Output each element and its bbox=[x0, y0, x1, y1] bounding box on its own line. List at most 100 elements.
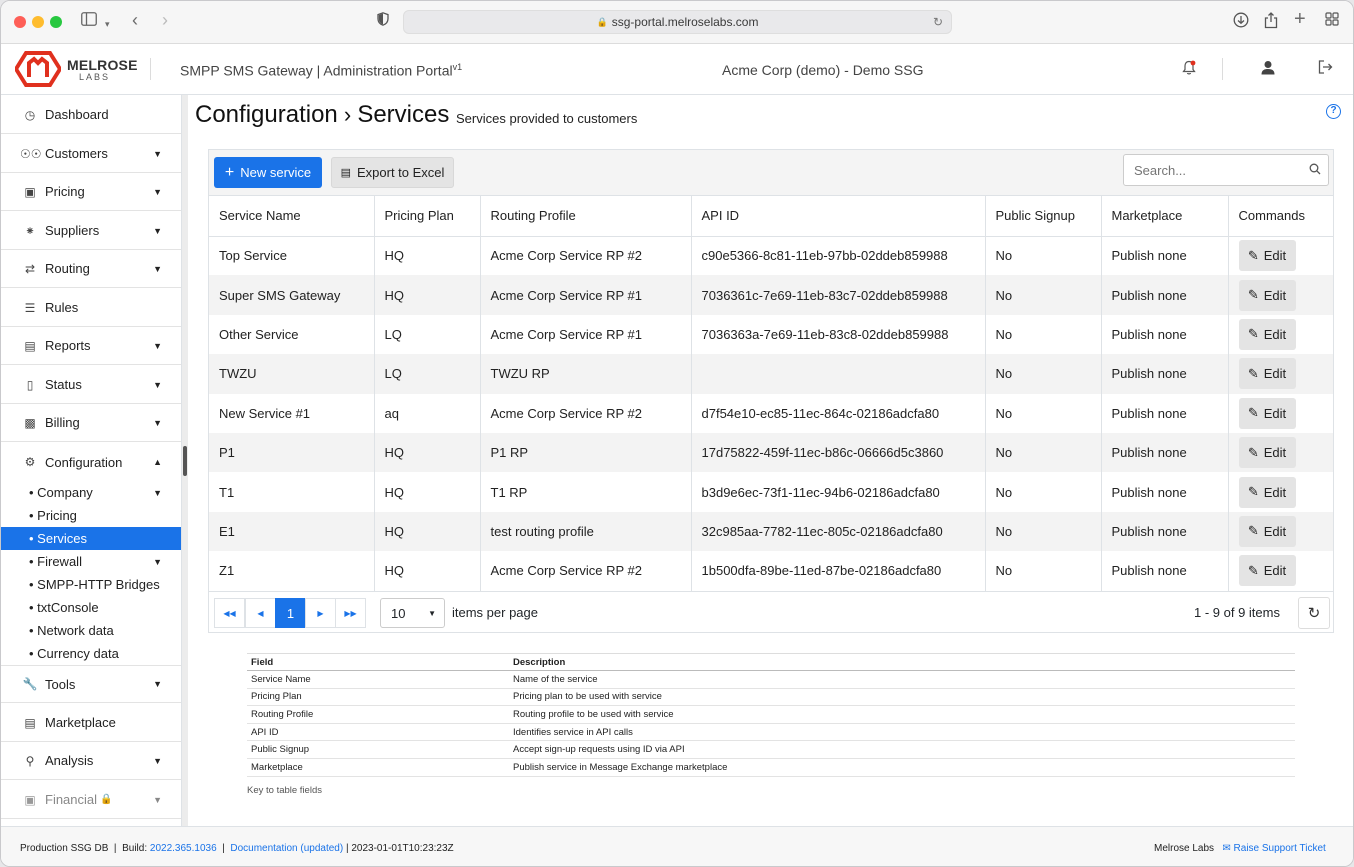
table-row[interactable]: E1 HQ test routing profile 32c985aa-7782-11… bbox=[209, 511, 1333, 552]
caret-down-icon: ▼ bbox=[153, 263, 162, 274]
next-page-button[interactable]: ▶ bbox=[305, 598, 336, 628]
lock-icon: 🔒 bbox=[596, 16, 608, 27]
minimize-window-button[interactable] bbox=[32, 16, 44, 28]
table-row[interactable]: P1 HQ P1 RP 17d75822-459f-11ec-b86c-06666d5… bbox=[209, 432, 1333, 473]
sidebar-item-routing[interactable]: ⇄ Routing ▼ bbox=[1, 250, 181, 288]
edit-button[interactable]: ✎ Edit bbox=[1238, 240, 1296, 272]
column-header[interactable]: Pricing Plan bbox=[374, 196, 481, 237]
cell-public-signup: No bbox=[985, 236, 1102, 276]
sidebar-item-pricing[interactable]: ▣ Pricing ▼ bbox=[1, 173, 181, 211]
sidebar-item-billing[interactable]: ▩ Billing ▼ bbox=[1, 404, 181, 442]
help-icon[interactable]: ? bbox=[1326, 104, 1341, 119]
footer-build-label: Build: bbox=[122, 843, 148, 854]
cell-commands: ✎ Edit bbox=[1228, 432, 1333, 473]
column-header[interactable]: API ID bbox=[691, 196, 986, 237]
page-button[interactable]: 1 bbox=[275, 598, 306, 628]
export-excel-button[interactable]: ▤ Export to Excel bbox=[331, 157, 454, 188]
page-size-select[interactable]: 10 ▼ bbox=[380, 598, 445, 628]
sidebar-subitem-currency-data[interactable]: • Currency data bbox=[1, 642, 181, 665]
sidebar-subitem-label: Firewall bbox=[37, 554, 82, 569]
share-icon[interactable] bbox=[1264, 12, 1278, 35]
cell-api-id: 7036363a-7e69-11eb-83c8-02ddeb859988 bbox=[691, 314, 986, 355]
cell-public-signup: No bbox=[985, 551, 1102, 591]
close-window-button[interactable] bbox=[14, 16, 26, 28]
column-header[interactable]: Routing Profile bbox=[480, 196, 692, 237]
sidebar-subitem-txtconsole[interactable]: • txtConsole bbox=[1, 596, 181, 619]
edit-button[interactable]: ✎ Edit bbox=[1238, 397, 1296, 429]
cell-commands: ✎ Edit bbox=[1228, 472, 1333, 511]
new-service-button[interactable]: + New service bbox=[214, 157, 322, 188]
sidebar-subitem-network-data[interactable]: • Network data bbox=[1, 619, 181, 642]
tab-overview-icon[interactable] bbox=[1325, 12, 1339, 32]
support-ticket-link[interactable]: Raise Support Ticket bbox=[1234, 843, 1326, 854]
edit-button[interactable]: ✎ Edit bbox=[1238, 515, 1296, 547]
edit-button[interactable]: ✎ Edit bbox=[1238, 555, 1296, 587]
app-version: v1 bbox=[452, 62, 463, 72]
sidebar-item-reports[interactable]: ▤ Reports ▼ bbox=[1, 327, 181, 365]
reload-icon[interactable]: ↻ bbox=[933, 15, 943, 29]
first-page-button[interactable]: ◀◀ bbox=[214, 598, 245, 628]
forward-icon[interactable]: › bbox=[162, 10, 168, 30]
sidebar-item-dashboard[interactable]: ◷ Dashboard bbox=[1, 96, 181, 134]
column-header[interactable]: Service Name bbox=[209, 196, 375, 237]
table-row[interactable]: T1 HQ T1 RP b3d9e6ec-73f1-11ec-94b6-02186ad… bbox=[209, 472, 1333, 512]
edit-button[interactable]: ✎ Edit bbox=[1238, 358, 1296, 390]
breadcrumb-parent[interactable]: Configuration bbox=[195, 101, 338, 128]
maximize-window-button[interactable] bbox=[50, 16, 62, 28]
edit-button[interactable]: ✎ Edit bbox=[1238, 437, 1296, 469]
logout-icon[interactable] bbox=[1318, 60, 1333, 78]
edit-button[interactable]: ✎ Edit bbox=[1238, 476, 1296, 508]
sidebar-item-financial[interactable]: ▣ Financial 🔒 ▼ bbox=[1, 781, 181, 819]
shield-icon[interactable] bbox=[377, 12, 389, 32]
sidebar-item-configuration[interactable]: ⚙ Configuration ▲ bbox=[1, 443, 181, 481]
sidebar-subitem-services[interactable]: • Services bbox=[1, 527, 181, 550]
sidebar-item-status[interactable]: ▯ Status ▼ bbox=[1, 366, 181, 404]
cell-commands: ✎ Edit bbox=[1228, 315, 1333, 354]
sidebar-subitem-firewall[interactable]: • Firewall ▼ bbox=[1, 550, 181, 573]
notification-bell-icon[interactable] bbox=[1182, 60, 1196, 80]
sidebar-item-marketplace[interactable]: ▤ Marketplace bbox=[1, 704, 181, 742]
app-title-text: SMPP SMS Gateway | Administration Portal bbox=[180, 62, 453, 79]
refresh-button[interactable]: ↻ bbox=[1298, 597, 1330, 629]
caret-down-icon: ▼ bbox=[153, 340, 162, 351]
pencil-icon: ✎ bbox=[1247, 484, 1259, 500]
chevron-down-icon[interactable]: ▾ bbox=[105, 14, 110, 34]
user-icon[interactable] bbox=[1261, 60, 1275, 79]
cell-marketplace: Publish none bbox=[1101, 511, 1229, 552]
table-row[interactable]: Other Service LQ Acme Corp Service RP #1 70… bbox=[209, 314, 1333, 355]
last-page-button[interactable]: ▶▶ bbox=[335, 598, 366, 628]
sidebar-item-customers[interactable]: ☉☉ Customers ▼ bbox=[1, 135, 181, 173]
download-icon[interactable] bbox=[1233, 12, 1249, 34]
sidebar-item-suppliers[interactable]: ⁕ Suppliers ▼ bbox=[1, 212, 181, 250]
bullet: • bbox=[29, 508, 38, 523]
sidebar-item-analysis[interactable]: ⚲ Analysis ▼ bbox=[1, 742, 181, 780]
sidebar-scrollbar-thumb[interactable] bbox=[183, 446, 187, 476]
documentation-link[interactable]: Documentation (updated) bbox=[230, 843, 343, 854]
table-row[interactable]: Z1 HQ Acme Corp Service RP #2 1b500dfa-89be… bbox=[209, 551, 1333, 591]
table-row[interactable]: TWZU LQ TWZU RP No Publish none ✎ Edit bbox=[209, 354, 1333, 394]
cell-routing-profile: Acme Corp Service RP #2 bbox=[480, 551, 692, 591]
table-row[interactable]: Super SMS Gateway HQ Acme Corp Service RP … bbox=[209, 275, 1333, 315]
footer-timestamp: 2023-01-01T10:23:23Z bbox=[351, 843, 454, 854]
back-icon[interactable]: ‹ bbox=[132, 10, 138, 30]
column-header[interactable]: Public Signup bbox=[985, 196, 1102, 237]
table-row[interactable]: New Service #1 aq Acme Corp Service RP #2 d… bbox=[209, 393, 1333, 433]
column-header[interactable]: Marketplace bbox=[1101, 196, 1229, 237]
search-input[interactable] bbox=[1123, 154, 1329, 186]
prev-page-button[interactable]: ◀ bbox=[245, 598, 276, 628]
breadcrumb-current: Services bbox=[357, 101, 450, 128]
edit-button[interactable]: ✎ Edit bbox=[1238, 279, 1296, 311]
sidebar-item-tools[interactable]: 🔧 Tools ▼ bbox=[1, 665, 181, 703]
sidebar-subitem-smpp-http-bridges[interactable]: • SMPP-HTTP Bridges bbox=[1, 573, 181, 596]
sidebar-subitem-pricing[interactable]: • Pricing bbox=[1, 504, 181, 527]
address-bar[interactable]: 🔒 ssg-portal.melroselabs.com ↻ bbox=[403, 10, 952, 34]
sidebar-item-rules[interactable]: ☰ Rules bbox=[1, 289, 181, 327]
edit-button[interactable]: ✎ Edit bbox=[1238, 318, 1296, 350]
pencil-icon: ✎ bbox=[1247, 247, 1259, 263]
melrose-logo-icon[interactable] bbox=[15, 51, 61, 87]
table-row[interactable]: Top Service HQ Acme Corp Service RP #2 c90e… bbox=[209, 236, 1333, 276]
new-tab-icon[interactable]: + bbox=[1294, 9, 1306, 29]
sidebar-toggle-icon[interactable] bbox=[81, 12, 97, 32]
build-link[interactable]: 2022.365.1036 bbox=[150, 843, 217, 854]
sidebar-subitem-company[interactable]: • Company ▼ bbox=[1, 481, 181, 504]
